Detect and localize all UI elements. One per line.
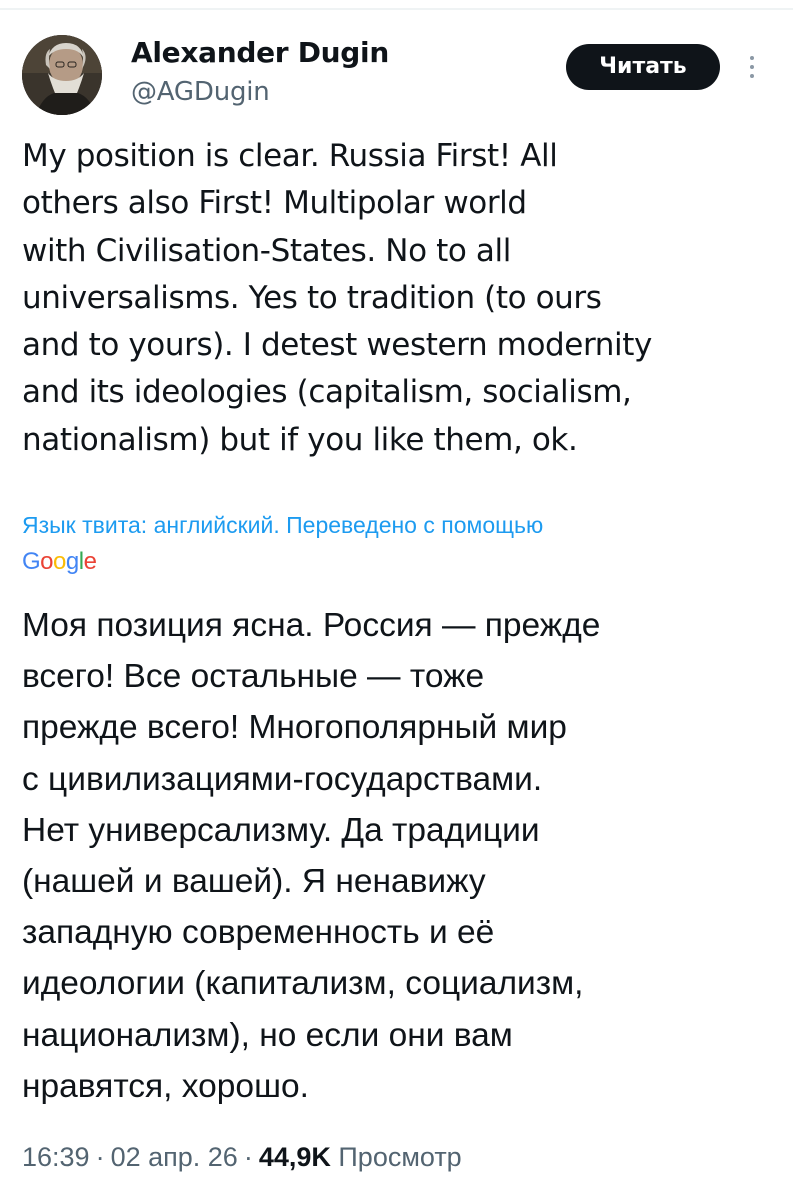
- views-label: Просмотр: [338, 1142, 462, 1172]
- tweet-text-line: nationalism) but if you like them, ok.: [22, 421, 578, 458]
- meta-separator: ·: [243, 1142, 253, 1172]
- tweet-time[interactable]: 16:39: [22, 1142, 90, 1172]
- translated-text-line: Моя позиция ясна. Россия — прежде: [22, 607, 601, 644]
- translated-text-line: (нашей и вашей). Я ненавижу: [22, 863, 486, 901]
- vertical-ellipsis-icon[interactable]: [741, 52, 763, 82]
- tweet-text-line: with Civilisation-States. No to all: [22, 232, 511, 269]
- translated-text-line: всего! Все остальные — тоже: [22, 658, 485, 696]
- translated-text-line: прежде всего! Многополярный мир: [22, 709, 567, 747]
- avatar-portrait-image: [22, 35, 102, 115]
- translated-text-line: нравятся, хорошо.: [22, 1067, 309, 1105]
- tweet-text-line: others also First! Multipolar world: [22, 185, 527, 222]
- translated-text-line: западную современность и её: [22, 914, 495, 952]
- tweet-header: Alexander Dugin @AGDugin Читать: [0, 0, 793, 130]
- author-handle[interactable]: @AGDugin: [131, 76, 270, 108]
- translated-text-line: национализм), но если они вам: [22, 1016, 513, 1054]
- tweet-date[interactable]: 02 апр. 26: [111, 1142, 238, 1172]
- translated-text-line: с цивилизациями-государствами.: [22, 760, 543, 798]
- author-display-name[interactable]: Alexander Dugin: [131, 36, 389, 70]
- tweet-meta: 16:39 · 02 апр. 26 · 44,9K Просмотр: [22, 1136, 462, 1178]
- tweet-text: My position is clear. Russia First! All …: [22, 133, 762, 464]
- views-count[interactable]: 44,9K: [259, 1142, 331, 1172]
- google-logo: Google: [22, 548, 97, 575]
- follow-button[interactable]: Читать: [566, 44, 720, 90]
- translated-text-line: идеологии (капитализм, социализм,: [22, 965, 584, 1003]
- tweet-text-line: and to yours). I detest western modernit…: [22, 327, 652, 364]
- avatar[interactable]: [22, 35, 102, 115]
- meta-separator: ·: [95, 1142, 105, 1172]
- translated-text: Моя позиция ясна. Россия — прежде всего!…: [22, 600, 762, 1112]
- translation-note-link[interactable]: Язык твита: английский. Переведено с пом…: [22, 510, 762, 540]
- tweet-text-line: universalisms. Yes to tradition (to ours: [22, 279, 602, 316]
- tweet-text-line: My position is clear. Russia First! All: [22, 138, 558, 174]
- tweet-text-line: and its ideologies (capitalism, socialis…: [22, 374, 632, 411]
- translated-text-line: Нет универсализму. Да традиции: [22, 811, 540, 849]
